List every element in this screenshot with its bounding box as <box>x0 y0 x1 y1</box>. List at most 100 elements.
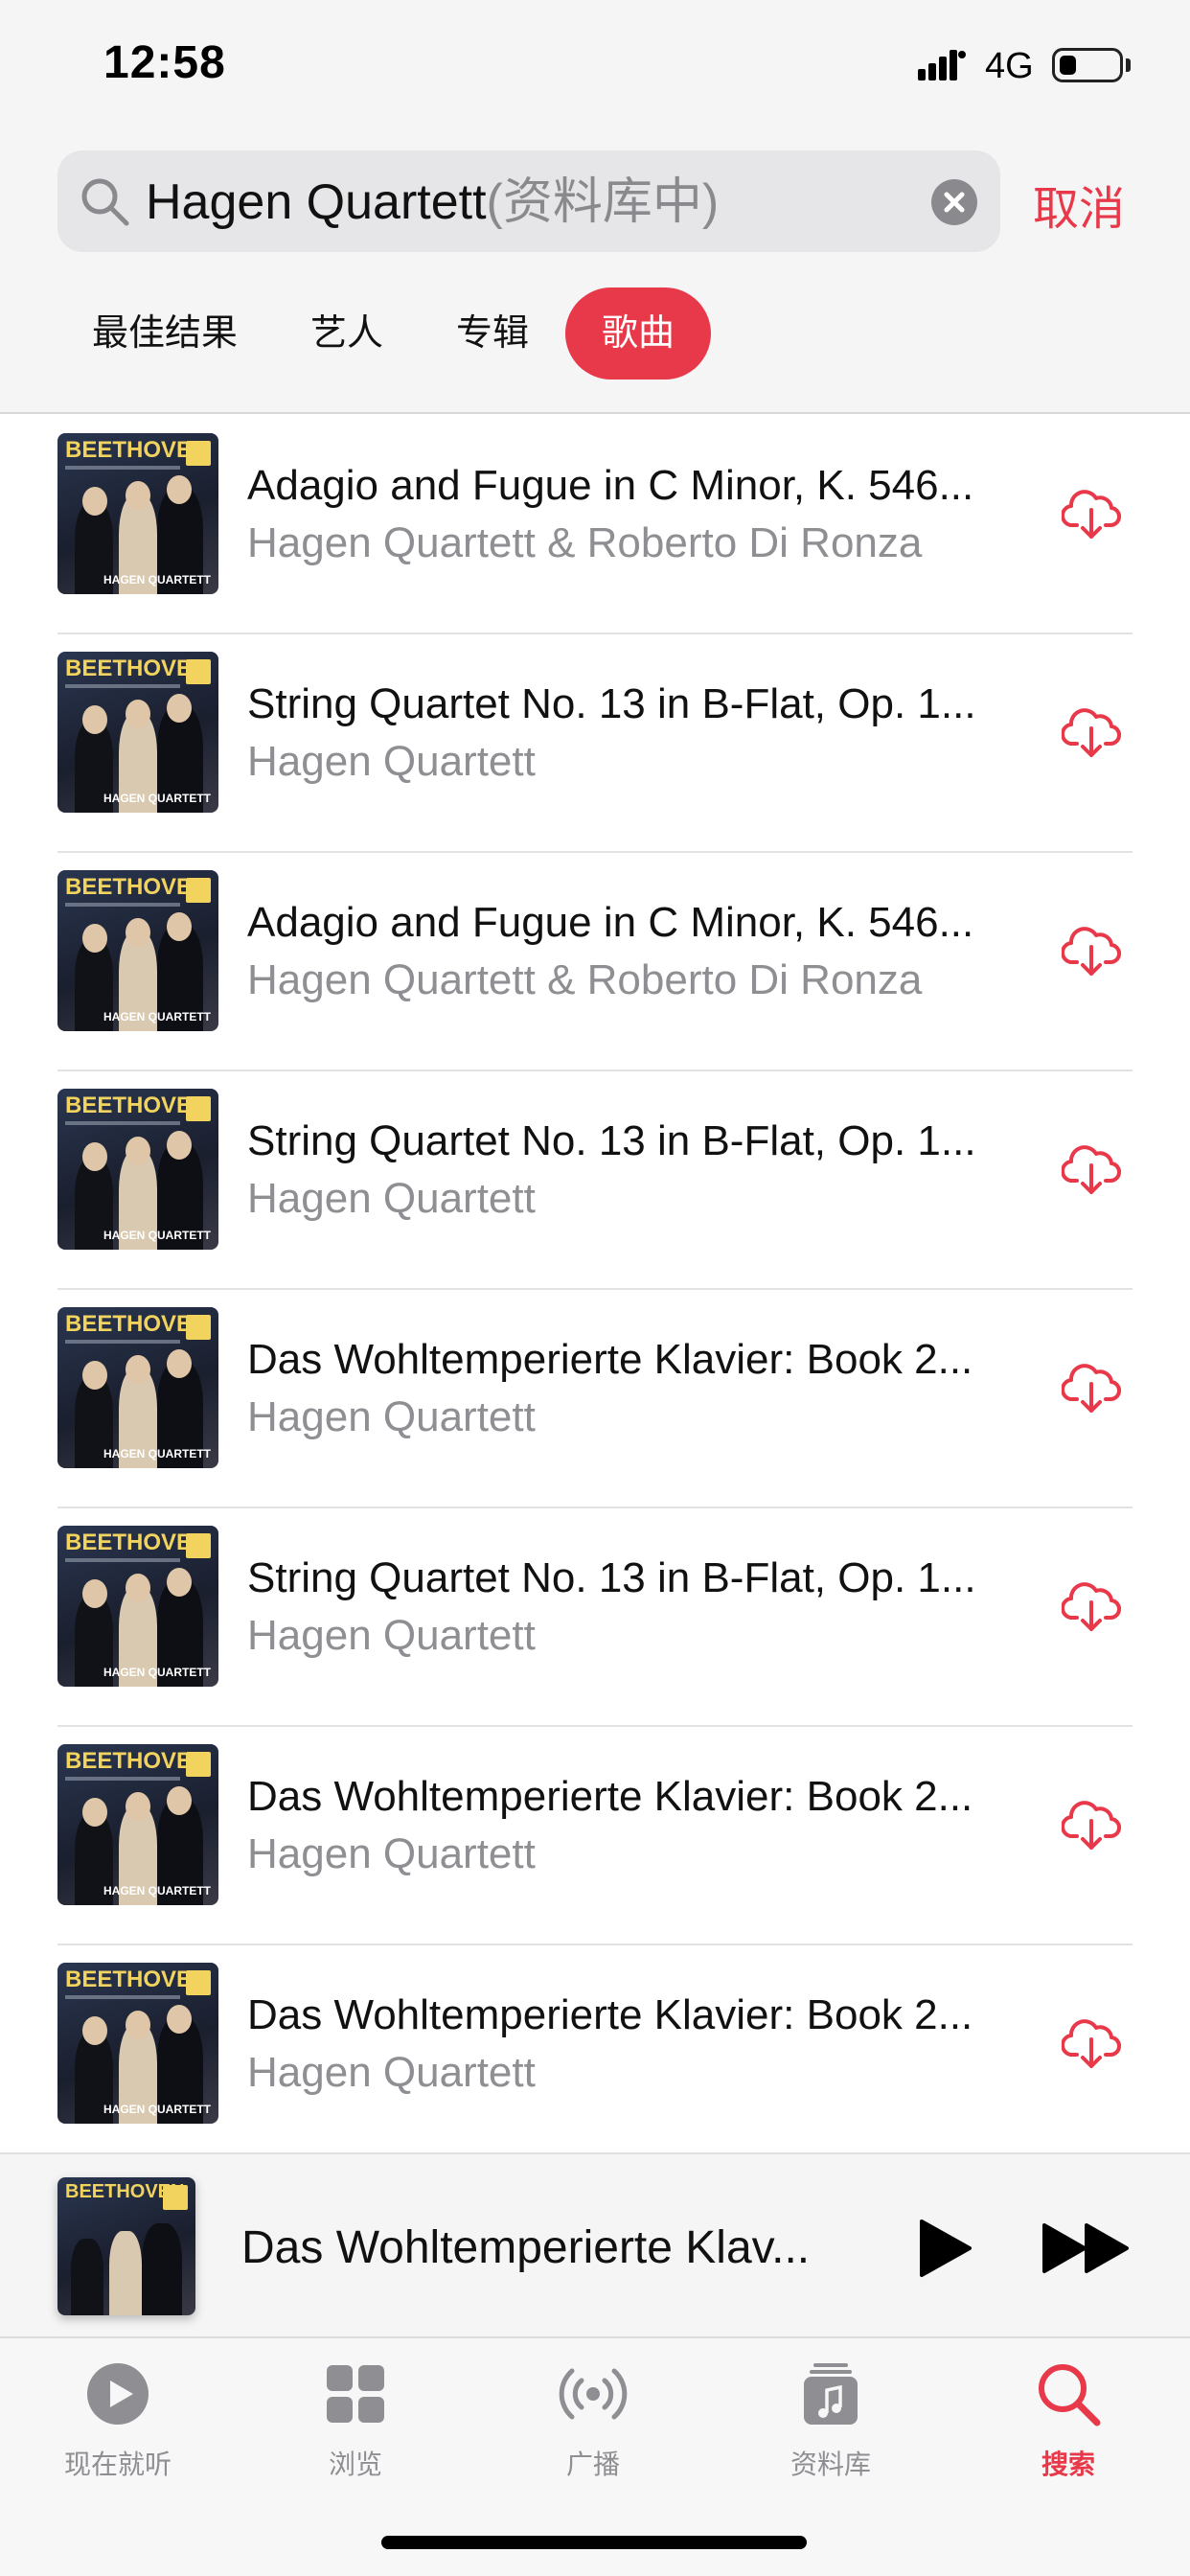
song-title: Das Wohltemperierte Klavier: Book 2... <box>247 1336 973 1383</box>
artwork-figure-head <box>126 918 150 947</box>
song-row[interactable]: BEETHOVEN HAGEN QUARTETT String Quartet No… <box>0 1071 1190 1290</box>
fast-forward-button[interactable] <box>1041 2221 1133 2275</box>
song-title: Das Wohltemperierte Klavier: Book 2... <box>247 1773 973 1820</box>
label-logo <box>186 1752 211 1777</box>
cloud-download-icon[interactable] <box>1062 702 1121 761</box>
song-artist: Hagen Quartett <box>247 1175 536 1222</box>
song-title: Das Wohltemperierte Klavier: Book 2... <box>247 1991 973 2038</box>
cellular-signal-icon <box>918 50 966 80</box>
battery-icon <box>1052 48 1123 82</box>
tab-library[interactable]: 资料库 <box>735 2359 927 2482</box>
song-row[interactable]: BEETHOVEN HAGEN QUARTETT String Quartet No… <box>0 1508 1190 1727</box>
artwork-subtitle-line <box>65 903 180 907</box>
artwork-figure-head <box>126 1792 150 1821</box>
artwork-figure <box>71 2239 103 2315</box>
song-title: Adagio and Fugue in C Minor, K. 546... <box>247 899 974 946</box>
close-icon <box>944 192 965 213</box>
song-title: String Quartet No. 13 in B-Flat, Op. 1..… <box>247 1117 976 1164</box>
cloud-download-icon[interactable] <box>1062 1576 1121 1635</box>
song-title: Adagio and Fugue in C Minor, K. 546... <box>247 462 974 509</box>
artwork-figure-head <box>82 924 107 953</box>
now-playing-title[interactable]: Das Wohltemperierte Klav... <box>241 2221 855 2274</box>
cloud-download-icon[interactable] <box>1062 483 1121 542</box>
cancel-button[interactable]: 取消 <box>1033 171 1125 238</box>
now-playing-artwork[interactable]: BEETHOVEN <box>57 2177 195 2315</box>
search-input[interactable]: Hagen Quartett(资料库中) <box>57 150 1000 252</box>
song-row[interactable]: BEETHOVEN HAGEN QUARTETT Das Wohltemperier… <box>0 1290 1190 1508</box>
artwork-figure-head <box>126 1137 150 1165</box>
artwork-figure-head <box>167 475 192 504</box>
song-row[interactable]: BEETHOVEN HAGEN QUARTETT Adagio and Fugue … <box>0 853 1190 1071</box>
song-list: BEETHOVEN HAGEN QUARTETT Adagio and Fugue … <box>0 416 1190 2164</box>
cloud-download-icon[interactable] <box>1062 920 1121 979</box>
tab-songs[interactable]: 歌曲 <box>565 288 712 380</box>
song-artist: Hagen Quartett <box>247 1830 536 1877</box>
artwork-figure-head <box>82 1798 107 1827</box>
artwork-band: HAGEN QUARTETT <box>103 1447 211 1460</box>
artwork-figure-head <box>167 912 192 941</box>
album-artwork: BEETHOVEN HAGEN QUARTETT <box>57 1307 218 1468</box>
artwork-band: HAGEN QUARTETT <box>103 792 211 805</box>
tab-search[interactable]: 搜索 <box>973 2359 1164 2482</box>
song-artist: Hagen Quartett <box>247 1393 536 1440</box>
artwork-figure-head <box>167 1786 192 1815</box>
mini-player[interactable]: BEETHOVEN Das Wohltemperierte Klav... <box>0 2152 1190 2336</box>
artwork-figure-head <box>82 1142 107 1171</box>
cloud-download-icon[interactable] <box>1062 2012 1121 2072</box>
tab-item-label: 浏览 <box>328 2450 382 2479</box>
network-type: 4G <box>985 46 1034 86</box>
play-circle-icon <box>87 2363 149 2425</box>
clear-search-button[interactable] <box>931 179 977 225</box>
song-artist: Hagen Quartett <box>247 738 536 785</box>
tab-browse[interactable]: 浏览 <box>260 2359 451 2482</box>
tab-artists[interactable]: 艺人 <box>274 288 420 380</box>
search-query[interactable]: Hagen Quartett(资料库中) <box>146 175 719 229</box>
artwork-figure-head <box>126 1355 150 1384</box>
song-row[interactable]: BEETHOVEN HAGEN QUARTETT Das Wohltemperier… <box>0 1727 1190 1945</box>
artwork-subtitle-line <box>65 1995 180 1999</box>
tab-best-results[interactable]: 最佳结果 <box>57 288 274 380</box>
label-logo <box>186 1970 211 1995</box>
album-artwork: BEETHOVEN HAGEN QUARTETT <box>57 652 218 813</box>
battery-tip <box>1126 58 1131 72</box>
tab-item-label: 现在就听 <box>63 2450 172 2479</box>
status-bar: 12:58 4G <box>0 0 1190 134</box>
search-scope: (资料库中) <box>486 174 720 230</box>
label-logo <box>186 1533 211 1558</box>
tab-item-label: 搜索 <box>1041 2450 1095 2479</box>
search-icon <box>81 178 129 226</box>
tab-radio[interactable]: 广播 <box>497 2359 689 2482</box>
song-artist: Hagen Quartett & Roberto Di Ronza <box>247 519 923 566</box>
grid-icon <box>327 2365 384 2423</box>
artwork-figure <box>109 2231 142 2315</box>
filter-tabs: 最佳结果 艺人 专辑 歌曲 <box>57 288 712 380</box>
cloud-download-icon[interactable] <box>1062 1794 1121 1853</box>
artwork-figure-head <box>126 700 150 728</box>
artwork-band: HAGEN QUARTETT <box>103 1229 211 1242</box>
artwork-figure-head <box>167 1568 192 1597</box>
album-artwork: BEETHOVEN HAGEN QUARTETT <box>57 870 218 1031</box>
artwork-subtitle-line <box>65 1558 180 1562</box>
artwork-band: HAGEN QUARTETT <box>103 2103 211 2116</box>
album-artwork: BEETHOVEN HAGEN QUARTETT <box>57 1089 218 1250</box>
song-row[interactable]: BEETHOVEN HAGEN QUARTETT Das Wohltemperier… <box>0 1945 1190 2164</box>
cloud-download-icon[interactable] <box>1062 1357 1121 1416</box>
label-logo <box>186 659 211 684</box>
cloud-download-icon[interactable] <box>1062 1138 1121 1198</box>
artwork-subtitle-line <box>65 684 180 688</box>
artwork-band: HAGEN QUARTETT <box>103 1884 211 1898</box>
artwork-band: HAGEN QUARTETT <box>103 573 211 586</box>
artwork-figure-head <box>167 1131 192 1160</box>
tab-item-label: 资料库 <box>790 2450 871 2479</box>
artwork-figure-head <box>126 1574 150 1602</box>
artwork-figure-head <box>126 2011 150 2039</box>
artwork-figure-head <box>82 1579 107 1608</box>
song-row[interactable]: BEETHOVEN HAGEN QUARTETT String Quartet No… <box>0 634 1190 853</box>
album-artwork: BEETHOVEN HAGEN QUARTETT <box>57 1744 218 1905</box>
tab-albums[interactable]: 专辑 <box>420 288 565 380</box>
play-button[interactable] <box>916 2218 973 2279</box>
album-artwork: BEETHOVEN HAGEN QUARTETT <box>57 1526 218 1687</box>
song-row[interactable]: BEETHOVEN HAGEN QUARTETT Adagio and Fugue … <box>0 416 1190 634</box>
battery-level <box>1060 56 1076 75</box>
tab-listen-now[interactable]: 现在就听 <box>22 2359 214 2482</box>
